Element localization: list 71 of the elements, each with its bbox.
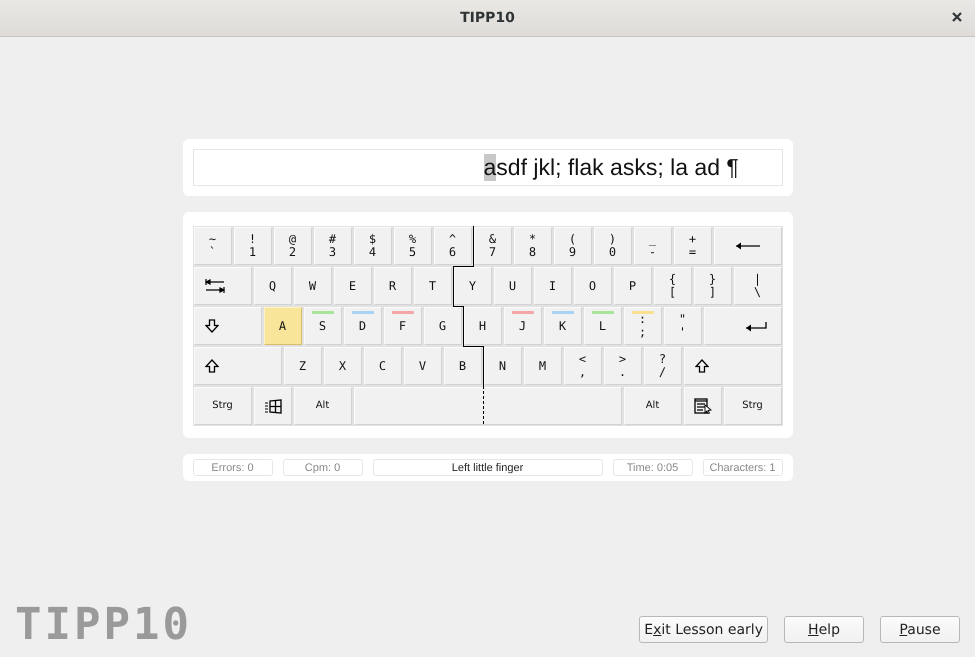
key: + = xyxy=(672,226,712,266)
key: U xyxy=(492,266,532,306)
help-button[interactable]: Help xyxy=(784,616,864,643)
key: S xyxy=(302,306,342,346)
status-field: Errors: 0 xyxy=(192,459,272,476)
key: I xyxy=(532,266,572,306)
pause-button[interactable]: Pause xyxy=(880,616,960,643)
key: % 5 xyxy=(392,226,432,266)
key: R xyxy=(372,266,412,306)
key: Strg xyxy=(722,386,782,426)
exit-lesson-button[interactable]: Exit Lesson early xyxy=(639,616,768,643)
status-field: Cpm: 0 xyxy=(282,459,362,476)
key: < , xyxy=(562,346,602,386)
key: ( 9 xyxy=(552,226,592,266)
key: ^ 6 xyxy=(432,226,472,266)
status-field: Characters: 1 xyxy=(702,459,782,476)
app-logo: TIPP10 xyxy=(15,605,192,645)
menu-list-icon xyxy=(694,398,712,414)
key: : ; xyxy=(622,306,662,346)
key: X xyxy=(322,346,362,386)
key: " ' xyxy=(662,306,702,346)
lesson-text: asdf jkl; flak asks; la ad ¶ xyxy=(192,149,782,186)
key: N xyxy=(482,346,522,386)
key: E xyxy=(332,266,372,306)
key: @ 2 xyxy=(272,226,312,266)
key: { [ xyxy=(652,266,692,306)
finger-hint: Left little finger xyxy=(372,459,602,476)
key: ~ ` xyxy=(192,226,232,266)
key: H xyxy=(462,306,502,346)
key: A xyxy=(262,306,302,346)
key: P xyxy=(612,266,652,306)
key: Alt xyxy=(622,386,682,426)
key: B xyxy=(442,346,482,386)
key: W xyxy=(292,266,332,306)
key: Alt xyxy=(292,386,352,426)
key: F xyxy=(382,306,422,346)
key: Z xyxy=(282,346,322,386)
up-arrow-icon xyxy=(694,359,708,373)
key: T xyxy=(412,266,452,306)
key: L xyxy=(582,306,622,346)
key: > . xyxy=(602,346,642,386)
key: Y xyxy=(452,266,492,306)
key: | \ xyxy=(732,266,782,306)
key: * 8 xyxy=(512,226,552,266)
backspace-arrow-icon xyxy=(734,241,760,251)
key: J xyxy=(502,306,542,346)
tab-arrows-icon xyxy=(204,278,224,294)
key: # 3 xyxy=(312,226,352,266)
return-arrow-icon xyxy=(744,320,766,332)
key: _ - xyxy=(632,226,672,266)
key: V xyxy=(402,346,442,386)
key: C xyxy=(362,346,402,386)
window-grid-icon xyxy=(264,398,282,414)
key: M xyxy=(522,346,562,386)
key: O xyxy=(572,266,612,306)
key: Q xyxy=(252,266,292,306)
key: ? / xyxy=(642,346,682,386)
key: ) 0 xyxy=(592,226,632,266)
down-arrow-icon xyxy=(204,319,218,333)
key: } ] xyxy=(692,266,732,306)
key: D xyxy=(342,306,382,346)
key: ! 1 xyxy=(232,226,272,266)
close-icon xyxy=(952,12,962,22)
key: G xyxy=(422,306,462,346)
window-title: TIPP10 xyxy=(460,10,515,26)
key: & 7 xyxy=(472,226,512,266)
up-arrow-icon xyxy=(204,359,218,373)
key: K xyxy=(542,306,582,346)
key: Strg xyxy=(192,386,252,426)
key: $ 4 xyxy=(352,226,392,266)
status-field: Time: 0:05 xyxy=(612,459,692,476)
